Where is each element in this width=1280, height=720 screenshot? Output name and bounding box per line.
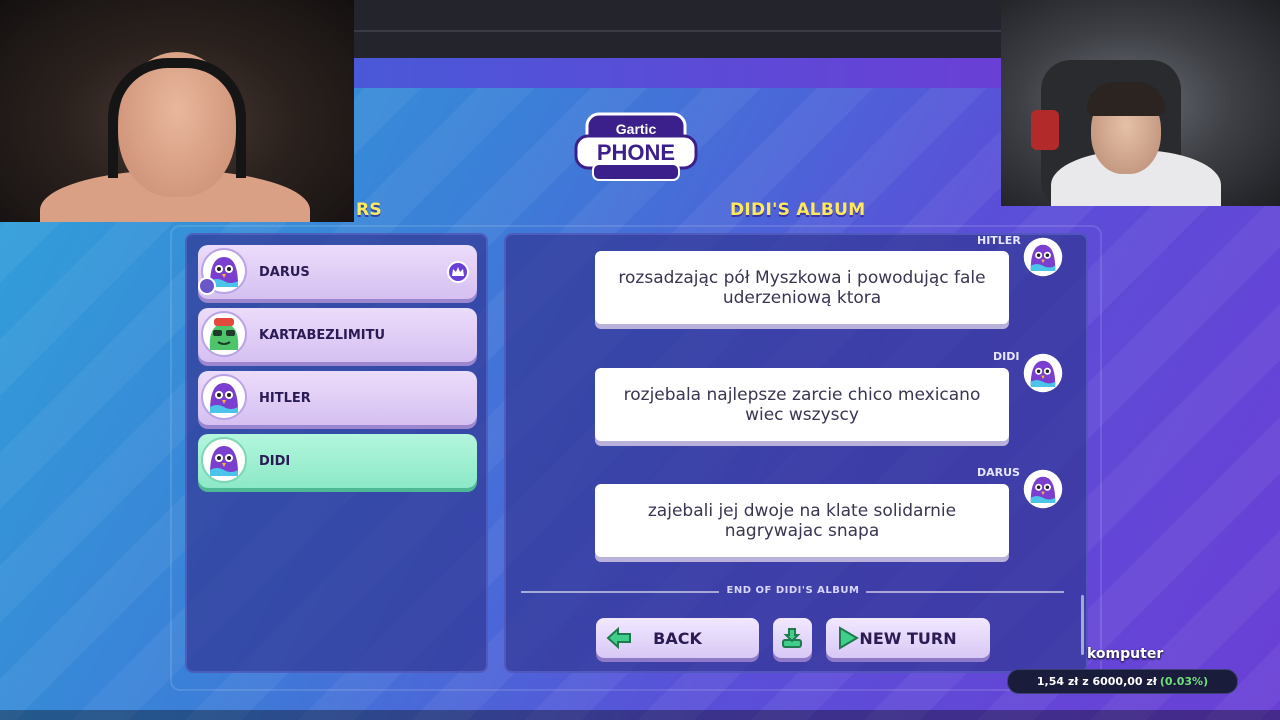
back-label: BACK: [653, 628, 702, 648]
browser-top-bar: [354, 0, 1001, 58]
message-bubble: rozsadzając pół Myszkowa i powodując fal…: [595, 251, 1009, 324]
donation-percent: (0.03%): [1159, 675, 1209, 688]
message-author: DARUS: [977, 466, 1020, 479]
crown-icon: [447, 261, 469, 283]
album-title: DIDI'S ALBUM: [730, 200, 866, 220]
download-button[interactable]: [773, 618, 812, 658]
bird-avatar-icon: [1023, 237, 1063, 277]
player-name: KARTABEZLIMITU: [259, 327, 386, 343]
new-turn-button[interactable]: NEW TURN: [826, 618, 990, 658]
message-author: DIDI: [993, 350, 1020, 363]
header-band: [354, 58, 1001, 88]
bird-avatar-icon: [1023, 469, 1063, 509]
webcam-left: [0, 0, 354, 222]
donation-of: z: [1082, 675, 1089, 688]
player-name: DIDI: [259, 453, 291, 469]
donation-title: komputer: [1087, 646, 1164, 662]
arrow-left-icon: [606, 626, 631, 650]
green-avatar-icon: [201, 311, 247, 357]
webcam-right: [1001, 0, 1280, 206]
download-icon: [782, 628, 802, 648]
players-title: RS: [356, 200, 382, 220]
donation-goal: 6000,00 zł: [1092, 675, 1157, 688]
donation-goal-bar: 1,54 zł z 6000,00 zł (0.03%): [1007, 669, 1238, 694]
new-turn-label: NEW TURN: [859, 628, 957, 648]
svg-text:Gartic: Gartic: [616, 121, 657, 137]
back-button[interactable]: BACK: [596, 618, 759, 658]
bird-avatar-icon: [201, 374, 247, 420]
player-kartabezlimitu[interactable]: KARTABEZLIMITU: [198, 308, 477, 362]
svg-text:PHONE: PHONE: [597, 140, 675, 165]
bottom-strip: [0, 710, 1280, 720]
message-bubble: zajebali jej dwoje na klate solidarnie n…: [595, 484, 1009, 557]
player-didi[interactable]: DIDI: [198, 434, 477, 488]
message-author: HITLER: [977, 234, 1021, 247]
host-user-icon: [198, 277, 216, 295]
donation-amount: 1,54 zł: [1036, 675, 1079, 688]
gartic-phone-logo: Gartic PHONE: [574, 112, 698, 181]
album-scrollbar[interactable]: [1081, 595, 1084, 655]
divider-left: [521, 591, 719, 593]
bird-avatar-icon: [1023, 353, 1063, 393]
player-name: DARUS: [259, 264, 310, 280]
bird-avatar-icon: [201, 437, 247, 483]
player-hitler[interactable]: HITLER: [198, 371, 477, 425]
player-name: HITLER: [259, 390, 311, 406]
message-bubble: rozjebala najlepsze zarcie chico mexican…: [595, 368, 1009, 441]
end-of-album-label: END OF DIDI'S ALBUM: [726, 585, 860, 596]
play-icon: [839, 626, 859, 650]
divider-right: [866, 591, 1064, 593]
player-darus[interactable]: DARUS: [198, 245, 477, 299]
